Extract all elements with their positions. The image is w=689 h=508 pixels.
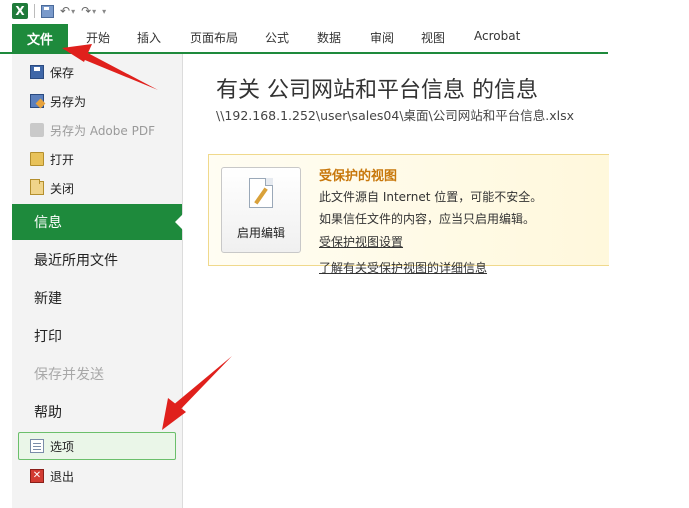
- protected-view-line2: 如果信任文件的内容，应当只启用编辑。: [319, 212, 536, 226]
- protected-view-heading: 受保护的视图: [319, 169, 398, 184]
- ribbon-tab-bar: 文件 开始 插入 页面布局 公式 数据 审阅 视图 Acrobat: [0, 24, 608, 54]
- tab-file[interactable]: 文件: [12, 24, 68, 52]
- tab-review[interactable]: 审阅: [370, 29, 394, 46]
- open-label: 打开: [50, 152, 75, 167]
- edit-document-icon: [249, 178, 273, 208]
- quick-access-toolbar: X ↶ ▾ ↷ ▾ ▾: [12, 0, 106, 22]
- options-label: 选项: [50, 439, 75, 454]
- options-command[interactable]: 选项: [30, 435, 74, 457]
- save-as-label: 另存为: [50, 94, 87, 109]
- protected-view-learn-more-link[interactable]: 了解有关受保护视图的详细信息: [319, 259, 487, 276]
- save-label: 保存: [50, 65, 75, 80]
- nav-save-and-send: 保存并发送: [34, 367, 104, 383]
- open-folder-icon: [30, 152, 44, 166]
- info-panel: 有关 公司网站和平台信息 的信息 \\192.168.1.252\user\sa…: [184, 54, 609, 508]
- exit-command[interactable]: ✕ 退出: [30, 465, 74, 487]
- save-icon: [30, 65, 44, 79]
- redo-icon[interactable]: ↷ ▾: [81, 4, 96, 18]
- open-command[interactable]: 打开: [30, 148, 74, 170]
- save-as-pdf-command: 另存为 Adobe PDF: [30, 119, 155, 141]
- close-label: 关闭: [50, 181, 75, 196]
- exit-label: 退出: [50, 469, 75, 484]
- save-command[interactable]: 保存: [30, 61, 74, 83]
- pdf-icon: [30, 123, 44, 137]
- tab-acrobat[interactable]: Acrobat: [474, 29, 520, 43]
- save-icon[interactable]: [41, 4, 54, 18]
- backstage-nav: 保存 另存为 另存为 Adobe PDF 打开 关闭 信息 最近所用文件 新建 …: [12, 54, 183, 508]
- nav-recent[interactable]: 最近所用文件: [12, 242, 182, 278]
- tab-view[interactable]: 视图: [421, 29, 445, 46]
- protected-view-line1: 此文件源自 Internet 位置，可能不安全。: [319, 190, 543, 204]
- options-icon: [30, 439, 44, 453]
- nav-print[interactable]: 打印: [12, 318, 182, 354]
- save-as-icon: [30, 94, 44, 108]
- customize-qat-icon[interactable]: ▾: [102, 7, 106, 16]
- save-as-pdf-label: 另存为 Adobe PDF: [50, 123, 155, 138]
- protected-view-notice: 启用编辑 受保护的视图 此文件源自 Internet 位置，可能不安全。 如果信…: [208, 154, 609, 275]
- toolbar-separator: [34, 4, 35, 18]
- tab-data[interactable]: 数据: [317, 29, 341, 46]
- tab-formulas[interactable]: 公式: [265, 29, 289, 46]
- close-command[interactable]: 关闭: [30, 177, 74, 199]
- enable-editing-label: 启用编辑: [236, 226, 285, 240]
- protected-view-settings-link[interactable]: 受保护视图设置: [319, 233, 403, 250]
- undo-icon[interactable]: ↶ ▾: [60, 4, 75, 18]
- tab-home[interactable]: 开始: [86, 29, 110, 46]
- excel-logo-icon[interactable]: X: [12, 3, 28, 19]
- save-as-command[interactable]: 另存为: [30, 90, 86, 112]
- file-path: \\192.168.1.252\user\sales04\桌面\公司网站和平台信…: [216, 108, 574, 123]
- nav-help[interactable]: 帮助: [12, 394, 182, 430]
- tab-insert[interactable]: 插入: [137, 29, 161, 46]
- nav-info[interactable]: 信息: [12, 204, 183, 240]
- exit-icon: ✕: [30, 469, 44, 483]
- enable-editing-button[interactable]: 启用编辑: [221, 167, 301, 253]
- close-folder-icon: [30, 179, 44, 195]
- tab-page-layout[interactable]: 页面布局: [190, 29, 238, 46]
- nav-new[interactable]: 新建: [12, 280, 182, 316]
- page-title: 有关 公司网站和平台信息 的信息: [216, 78, 538, 103]
